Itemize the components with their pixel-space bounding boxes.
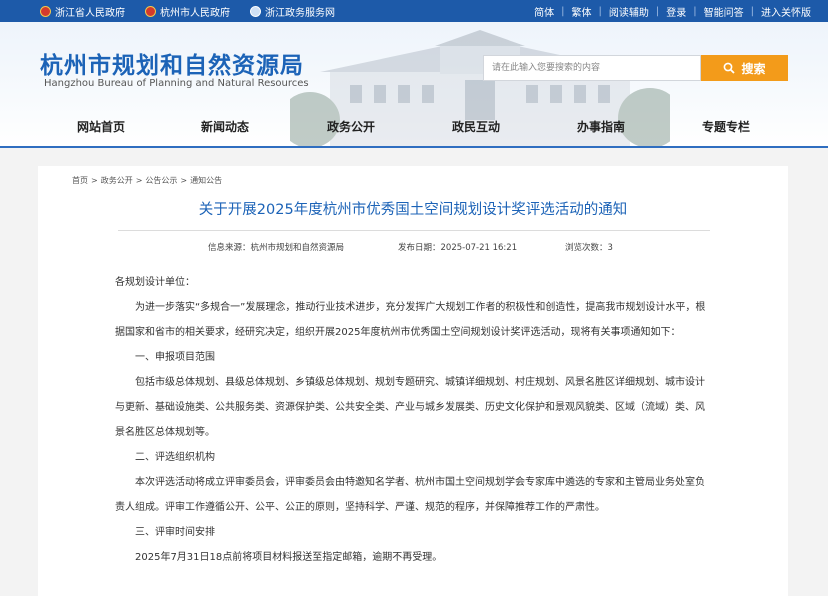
government-emblem-icon: [145, 5, 156, 17]
article-panel: 首页 > 政务公开 > 公告公示 > 通知公告 关于开展2025年度杭州市优秀国土空间规划设…: [38, 166, 788, 596]
breadcrumb-announcements[interactable]: 公告公示: [145, 176, 177, 185]
breadcrumb-notices[interactable]: 通知公告: [190, 176, 222, 185]
government-emblem-icon: [40, 5, 51, 17]
smart-qa-button[interactable]: 智能问答: [697, 4, 751, 19]
article-date: 发布日期：2025-07-21 16:21: [398, 243, 518, 253]
top-right-menu: 简体 | 繁体 | 阅读辅助 | 登录 | 智能问答 | 进入关怀版: [527, 0, 818, 22]
simplified-button[interactable]: 简体: [527, 4, 561, 19]
salutation: 各规划设计单位：: [115, 277, 195, 288]
nav-news[interactable]: 新闻动态: [201, 118, 249, 135]
link-hangzhou-gov[interactable]: 杭州市人民政府: [145, 4, 230, 19]
section-heading: 一、申报项目范围: [135, 352, 215, 363]
nav-service-guide[interactable]: 办事指南: [577, 118, 625, 135]
section-paragraph: 包括市级总体规划、县级总体规划、乡镇级总体规划、规划专题研究、城镇详细规划、村庄…: [115, 377, 705, 438]
section-heading: 二、评选组织机构: [135, 452, 215, 463]
link-zj-service[interactable]: 浙江政务服务网: [250, 4, 335, 19]
header-divider: [0, 146, 828, 148]
search-input[interactable]: [483, 55, 701, 81]
link-zhejiang-gov-label: 浙江省人民政府: [55, 7, 125, 19]
site-title: 杭州市规划和自然资源局: [40, 53, 304, 79]
traditional-button[interactable]: 繁体: [565, 4, 599, 19]
link-hangzhou-gov-label: 杭州市人民政府: [160, 7, 230, 19]
nav-home[interactable]: 网站首页: [77, 118, 125, 135]
intro-paragraph: 为进一步落实“多规合一”发展理念，推动行业技术进步，充分发挥广大规划工作者的积极…: [115, 302, 706, 338]
link-zj-service-label: 浙江政务服务网: [265, 7, 335, 19]
main-nav: 网站首页 新闻动态 政务公开 政民互动 办事指南 专题专栏: [0, 114, 828, 140]
title-divider: [118, 230, 710, 231]
breadcrumb: 首页 > 政务公开 > 公告公示 > 通知公告: [72, 176, 223, 185]
top-bar: 浙江省人民政府 杭州市人民政府 浙江政务服务网 简体 | 繁体 | 阅读辅助 | 登录…: [0, 0, 828, 22]
login-button[interactable]: 登录: [659, 4, 693, 19]
search-button-label: 搜索: [741, 61, 766, 76]
section-heading: 三、评审时间安排: [135, 527, 215, 538]
reading-aid-button[interactable]: 阅读辅助: [602, 4, 656, 19]
top-links: 浙江省人民政府 杭州市人民政府 浙江政务服务网: [40, 0, 335, 22]
section-paragraph: 2025年7月31日18点前将项目材料报送至指定邮箱，逾期不再受理。: [135, 552, 443, 563]
link-zhejiang-gov[interactable]: 浙江省人民政府: [40, 4, 125, 19]
care-mode-button[interactable]: 进入关怀版: [754, 4, 818, 19]
section-paragraph: 本次评选活动将成立评审委员会，评审委员会由特邀知名学者、杭州市国土空间规划学会专…: [115, 477, 705, 513]
breadcrumb-gov-affairs[interactable]: 政务公开: [101, 176, 133, 185]
nav-special-topics[interactable]: 专题专栏: [702, 118, 750, 135]
search-button[interactable]: 搜索: [701, 55, 788, 81]
article-body: 各规划设计单位： 为进一步落实“多规合一”发展理念，推动行业技术进步，充分发挥广…: [115, 270, 707, 570]
article-source: 信息来源：杭州市规划和自然资源局: [208, 243, 345, 253]
site-header: 杭州市规划和自然资源局 Hangzhou Bureau of Planning …: [0, 22, 828, 146]
nav-interaction[interactable]: 政民互动: [452, 118, 500, 135]
breadcrumb-home[interactable]: 首页: [72, 176, 88, 185]
article-title: 关于开展2025年度杭州市优秀国土空间规划设计奖评选活动的通知: [198, 202, 628, 218]
search-icon: [724, 62, 736, 74]
article-views: 浏览次数：3: [565, 243, 613, 253]
nav-gov-affairs[interactable]: 政务公开: [327, 118, 375, 135]
globe-icon: [250, 5, 261, 17]
site-subtitle: Hangzhou Bureau of Planning and Natural …: [44, 78, 309, 89]
